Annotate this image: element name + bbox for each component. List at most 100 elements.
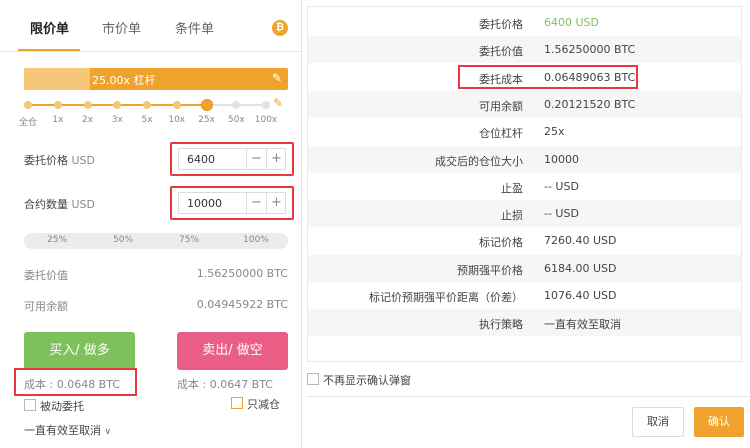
reduce-only-checkbox[interactable] <box>231 397 243 409</box>
confirm-button[interactable]: 确认 <box>694 407 744 437</box>
slider-stop[interactable] <box>53 101 62 109</box>
chevron-down-icon: ∨ <box>104 427 112 437</box>
cost-highlight-box <box>458 64 638 89</box>
confirm-row: 预期强平价格 6184.00 USD <box>308 254 741 282</box>
leverage-tick-label[interactable]: 50x <box>228 115 245 125</box>
slider-stop[interactable] <box>24 101 32 109</box>
leverage-slider-handle[interactable] <box>200 99 213 111</box>
sell-cost: 成本 : 0.0647 BTC <box>177 378 273 391</box>
confirm-row-value: 7260.40 USD <box>544 234 617 248</box>
order-type-tabs: 限价单 市价单 条件单 ₿ <box>0 0 302 52</box>
leverage-tick-label[interactable]: 10x <box>168 115 185 125</box>
slider-stop[interactable] <box>113 101 122 109</box>
slider-stop[interactable] <box>262 101 270 109</box>
confirm-row-value: -- USD <box>544 207 579 221</box>
price-label-text: 委托价格 <box>24 154 68 167</box>
confirm-row-label: 止盈 <box>501 181 523 195</box>
confirm-row: 可用余额 0.20121520 BTC <box>308 90 741 118</box>
confirm-row-value: 6400 USD <box>544 16 599 29</box>
qty-value[interactable]: 10000 <box>187 197 222 210</box>
price-decrement-button[interactable]: − <box>246 149 266 169</box>
leverage-label: 25.00x 杠杆 <box>92 74 156 87</box>
confirm-row-value: 1076.40 USD <box>544 289 617 302</box>
leverage-slider[interactable] <box>24 99 270 111</box>
percent-50[interactable]: 50% <box>113 235 133 245</box>
qty-label-text: 合约数量 <box>24 198 68 211</box>
slider-stop[interactable] <box>143 101 151 109</box>
leverage-tick-label[interactable]: 25x <box>198 115 215 125</box>
qty-input[interactable]: 10000 − + <box>178 192 286 214</box>
leverage-tick-label[interactable]: 全仓 <box>19 115 37 128</box>
price-input[interactable]: 6400 − + <box>178 148 286 170</box>
edit-leverage-icon[interactable]: ✎ <box>270 71 284 85</box>
qty-unit: USD <box>71 198 96 211</box>
confirm-row-value: 1.56250000 BTC <box>544 43 636 57</box>
confirm-row-label: 执行策略 <box>479 318 523 332</box>
qty-decrement-button[interactable]: − <box>246 193 266 213</box>
confirm-row: 委托成本 0.06489063 BTC <box>308 64 741 91</box>
footer-divider <box>307 396 750 397</box>
confirm-row: 止损 -- USD <box>308 200 741 228</box>
order-value-label: 委托价值 <box>24 269 68 282</box>
qty-increment-button[interactable]: + <box>266 193 286 213</box>
bitcoin-icon: ₿ <box>272 20 288 36</box>
leverage-tick-label[interactable]: 3x <box>112 115 123 125</box>
qty-input-highlight: 10000 − + <box>170 186 294 220</box>
confirm-row: 委托价值 1.56250000 BTC <box>308 36 741 64</box>
leverage-tick-label[interactable]: 1x <box>52 115 63 125</box>
time-in-force-dropdown[interactable]: 一直有效至取消 ∨ <box>24 422 111 438</box>
pencil-icon[interactable]: ✎ <box>273 96 283 110</box>
confirm-row-label: 可用余额 <box>479 99 523 113</box>
buy-long-button[interactable]: 买入/ 做多 <box>24 332 135 370</box>
confirm-row: 仓位杠杆 25x <box>308 118 741 145</box>
confirm-row: 标记价预期强平价距离（价差） 1076.40 USD <box>308 282 741 309</box>
confirm-row-label: 标记价预期强平价距离（价差） <box>369 291 523 304</box>
leverage-tick-label[interactable]: 5x <box>141 115 152 125</box>
sell-short-button[interactable]: 卖出/ 做空 <box>177 332 288 370</box>
confirm-row-label: 仓位杠杆 <box>479 127 523 141</box>
percent-25[interactable]: 25% <box>47 235 67 245</box>
confirm-row: 标记价格 7260.40 USD <box>308 227 741 254</box>
confirm-row-value: 一直有效至取消 <box>544 318 621 332</box>
confirm-row-label: 委托价值 <box>479 45 523 59</box>
order-confirm-card: 委托价格 6400 USD 委托价值 1.56250000 BTC 委托成本 0.0648… <box>307 6 742 362</box>
confirm-row-label: 止损 <box>501 209 523 223</box>
confirm-row-value: 6184.00 USD <box>544 261 617 275</box>
order-panel: 限价单 市价单 条件单 ₿ 25.00x 杠杆 ✎ ✎ 全仓 1x 2x 3x 5x 10… <box>0 0 302 448</box>
confirm-row: 止盈 -- USD <box>308 173 741 200</box>
slider-stop[interactable] <box>83 101 92 109</box>
price-label: 委托价格 USD <box>24 152 95 168</box>
confirm-row-value: 25x <box>544 125 565 139</box>
confirm-row-value: 0.20121520 BTC <box>544 97 636 111</box>
time-in-force-value: 一直有效至取消 <box>24 424 101 437</box>
buy-cost: 成本 : 0.0648 BTC <box>24 378 120 391</box>
confirm-row-label: 标记价格 <box>479 236 523 250</box>
leverage-tick-label[interactable]: 2x <box>82 115 93 125</box>
slider-stop[interactable] <box>172 101 181 109</box>
price-value[interactable]: 6400 <box>187 153 215 166</box>
percent-75[interactable]: 75% <box>179 235 199 245</box>
leverage-bar[interactable]: 25.00x 杠杆 ✎ <box>24 68 288 90</box>
reduce-only-label: 只减仓 <box>247 398 280 411</box>
cancel-button[interactable]: 取消 <box>632 407 684 437</box>
confirm-row-label: 成交后的仓位大小 <box>435 154 523 168</box>
tab-limit-order[interactable]: 限价单 <box>30 18 69 37</box>
confirm-row-label: 预期强平价格 <box>457 263 523 277</box>
tab-market-order[interactable]: 市价单 <box>102 18 141 37</box>
leverage-bar-highlight <box>24 68 90 90</box>
confirm-row: 委托价格 6400 USD <box>308 9 741 36</box>
slider-stop[interactable] <box>232 101 241 109</box>
active-tab-indicator <box>18 49 80 51</box>
percent-selector[interactable]: 25% 50% 75% 100% <box>24 233 288 249</box>
post-only-label: 被动委托 <box>40 400 84 413</box>
leverage-tick-label[interactable]: 100x <box>255 115 278 125</box>
tab-conditional-order[interactable]: 条件单 <box>175 18 214 37</box>
percent-100[interactable]: 100% <box>243 235 269 245</box>
confirm-row: 成交后的仓位大小 10000 <box>308 145 741 173</box>
price-input-highlight: 6400 − + <box>170 142 294 176</box>
post-only-checkbox[interactable] <box>24 399 36 411</box>
price-increment-button[interactable]: + <box>266 149 286 169</box>
dont-show-again-checkbox[interactable] <box>307 373 319 385</box>
dont-show-again-label: 不再显示确认弹窗 <box>323 374 411 387</box>
confirm-row-value: -- USD <box>544 179 579 193</box>
